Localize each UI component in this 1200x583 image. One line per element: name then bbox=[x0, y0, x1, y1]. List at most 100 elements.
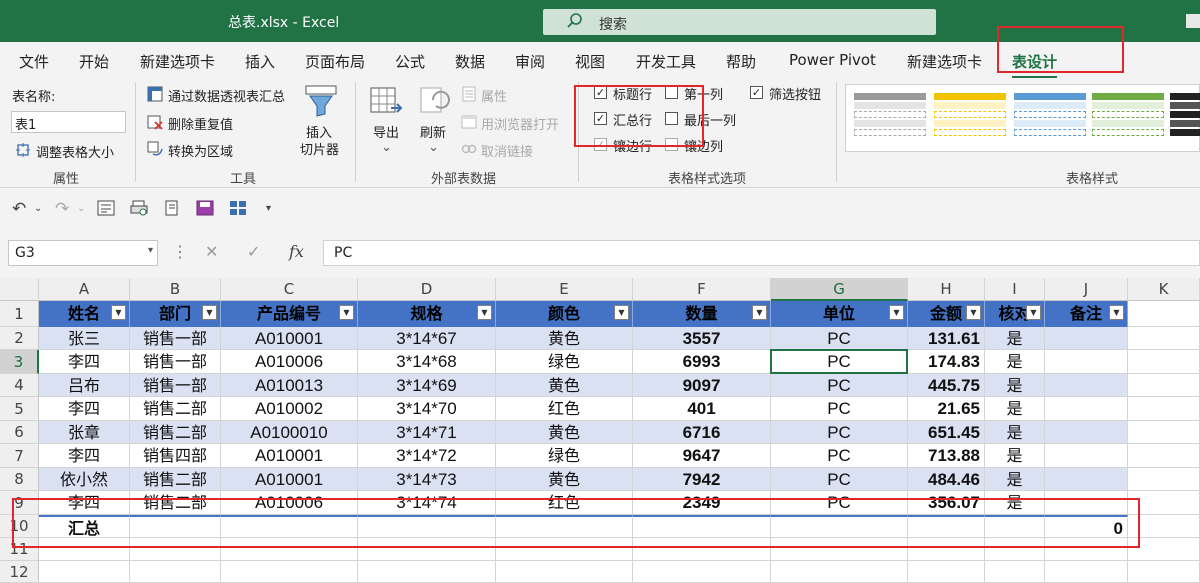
row-header-2[interactable]: 2 bbox=[0, 327, 39, 350]
column-header-b[interactable]: B bbox=[130, 278, 221, 301]
table-cell[interactable]: PC bbox=[771, 468, 908, 491]
table-cell[interactable]: 是 bbox=[985, 327, 1045, 350]
table-cell[interactable]: 9097 bbox=[633, 374, 771, 397]
table-style-yellow[interactable] bbox=[934, 93, 1006, 145]
table-cell[interactable]: 销售二部 bbox=[130, 397, 221, 421]
empty-cell[interactable] bbox=[1128, 301, 1200, 327]
table-cell[interactable]: 6716 bbox=[633, 421, 771, 444]
table-cell[interactable]: 销售一部 bbox=[130, 374, 221, 397]
table-cell[interactable]: 黄色 bbox=[496, 374, 633, 397]
empty-cell[interactable] bbox=[1128, 444, 1200, 468]
empty-cell[interactable] bbox=[130, 561, 221, 583]
column-header-e[interactable]: E bbox=[496, 278, 633, 301]
table-cell[interactable]: 是 bbox=[985, 397, 1045, 421]
remove-duplicates-button[interactable]: 删除重复值 bbox=[168, 114, 233, 133]
table-header-cell[interactable]: 备注 ▼ bbox=[1045, 301, 1128, 327]
save-icon[interactable] bbox=[196, 200, 214, 216]
table-cell[interactable]: A010006 bbox=[221, 350, 358, 374]
column-header-c[interactable]: C bbox=[221, 278, 358, 301]
filter-button-checkbox[interactable]: ✓ bbox=[750, 86, 763, 99]
tab-review[interactable]: 审阅 bbox=[515, 51, 545, 72]
print-preview-icon[interactable] bbox=[130, 200, 148, 216]
table-cell[interactable]: 黄色 bbox=[496, 468, 633, 491]
table-header-cell[interactable]: 数量 ▼ bbox=[633, 301, 771, 327]
table-header-cell[interactable]: 产品编号 ▼ bbox=[221, 301, 358, 327]
pivot-summary-button[interactable]: 通过数据透视表汇总 bbox=[168, 86, 285, 105]
table-header-cell[interactable]: 颜色 ▼ bbox=[496, 301, 633, 327]
table-cell[interactable]: 3*14*70 bbox=[358, 397, 496, 421]
pivot-layout-icon[interactable] bbox=[229, 200, 247, 216]
table-cell[interactable] bbox=[1045, 444, 1128, 468]
table-cell[interactable]: 6993 bbox=[633, 350, 771, 374]
table-cell[interactable]: 张三 bbox=[39, 327, 130, 350]
table-cell[interactable]: 131.61 bbox=[908, 327, 985, 350]
row-header-8[interactable]: 8 bbox=[0, 468, 39, 491]
tab-insert[interactable]: 插入 bbox=[245, 51, 275, 72]
row-header-4[interactable]: 4 bbox=[0, 374, 39, 397]
table-style-dark[interactable] bbox=[1170, 93, 1200, 145]
table-cell[interactable] bbox=[1045, 327, 1128, 350]
table-cell[interactable] bbox=[1045, 374, 1128, 397]
select-all-corner[interactable] bbox=[0, 278, 39, 301]
filter-dropdown-icon[interactable]: ▼ bbox=[1026, 305, 1041, 320]
account-icon[interactable] bbox=[1186, 14, 1200, 28]
empty-cell[interactable] bbox=[221, 561, 358, 583]
redo-icon[interactable]: ↷ bbox=[55, 199, 69, 219]
filter-dropdown-icon[interactable]: ▼ bbox=[339, 305, 354, 320]
table-cell[interactable]: 3*14*73 bbox=[358, 468, 496, 491]
tab-new-1[interactable]: 新建选项卡 bbox=[140, 51, 215, 72]
empty-cell[interactable] bbox=[39, 561, 130, 583]
table-cell[interactable]: 黄色 bbox=[496, 421, 633, 444]
table-cell[interactable]: 销售四部 bbox=[130, 444, 221, 468]
empty-cell[interactable] bbox=[1128, 421, 1200, 444]
resize-table-button[interactable]: 调整表格大小 bbox=[36, 142, 114, 161]
empty-cell[interactable] bbox=[1045, 561, 1128, 583]
table-cell[interactable] bbox=[1045, 350, 1128, 374]
table-cell[interactable]: 3*14*67 bbox=[358, 327, 496, 350]
table-cell[interactable]: 是 bbox=[985, 374, 1045, 397]
tab-view[interactable]: 视图 bbox=[575, 51, 605, 72]
table-cell[interactable]: 黄色 bbox=[496, 327, 633, 350]
table-cell[interactable]: 依小然 bbox=[39, 468, 130, 491]
filter-dropdown-icon[interactable]: ▼ bbox=[614, 305, 629, 320]
search-box[interactable]: 搜索 bbox=[543, 9, 936, 35]
undo-dropdown-icon[interactable]: ⌄ bbox=[34, 203, 42, 214]
table-header-cell[interactable]: 姓名 ▼ bbox=[39, 301, 130, 327]
table-cell[interactable]: 713.88 bbox=[908, 444, 985, 468]
row-header-3[interactable]: 3 bbox=[0, 350, 39, 374]
row-header-12[interactable]: 12 bbox=[0, 561, 39, 583]
filter-dropdown-icon[interactable]: ▼ bbox=[477, 305, 492, 320]
column-header-a[interactable]: A bbox=[39, 278, 130, 301]
tab-home[interactable]: 开始 bbox=[79, 51, 109, 72]
filter-dropdown-icon[interactable]: ▼ bbox=[889, 305, 904, 320]
tab-help[interactable]: 帮助 bbox=[726, 51, 756, 72]
table-cell[interactable]: PC bbox=[771, 327, 908, 350]
empty-cell[interactable] bbox=[1128, 374, 1200, 397]
export-button[interactable]: 导出 bbox=[373, 122, 399, 141]
table-cell[interactable]: 李四 bbox=[39, 444, 130, 468]
table-cell[interactable]: 是 bbox=[985, 421, 1045, 444]
table-cell[interactable]: 3557 bbox=[633, 327, 771, 350]
filter-dropdown-icon[interactable]: ▼ bbox=[966, 305, 981, 320]
table-cell[interactable]: PC bbox=[771, 444, 908, 468]
table-cell[interactable]: A010001 bbox=[221, 327, 358, 350]
empty-cell[interactable] bbox=[633, 561, 771, 583]
table-cell[interactable]: A010013 bbox=[221, 374, 358, 397]
column-header-d[interactable]: D bbox=[358, 278, 496, 301]
column-header-f[interactable]: F bbox=[633, 278, 771, 301]
table-cell[interactable]: 7942 bbox=[633, 468, 771, 491]
empty-cell[interactable] bbox=[985, 561, 1045, 583]
empty-cell[interactable] bbox=[358, 561, 496, 583]
tab-developer[interactable]: 开发工具 bbox=[636, 51, 696, 72]
table-cell[interactable]: 销售二部 bbox=[130, 421, 221, 444]
empty-cell[interactable] bbox=[771, 561, 908, 583]
column-header-j[interactable]: J bbox=[1045, 278, 1128, 301]
insert-slicer-button-line2[interactable]: 切片器 bbox=[300, 139, 339, 158]
table-cell[interactable]: 销售一部 bbox=[130, 350, 221, 374]
column-header-k[interactable]: K bbox=[1128, 278, 1200, 301]
column-header-h[interactable]: H bbox=[908, 278, 985, 301]
table-cell[interactable]: A010001 bbox=[221, 444, 358, 468]
enter-icon[interactable]: ✓ bbox=[247, 242, 260, 261]
table-cell[interactable]: 9647 bbox=[633, 444, 771, 468]
table-cell[interactable]: 销售二部 bbox=[130, 468, 221, 491]
